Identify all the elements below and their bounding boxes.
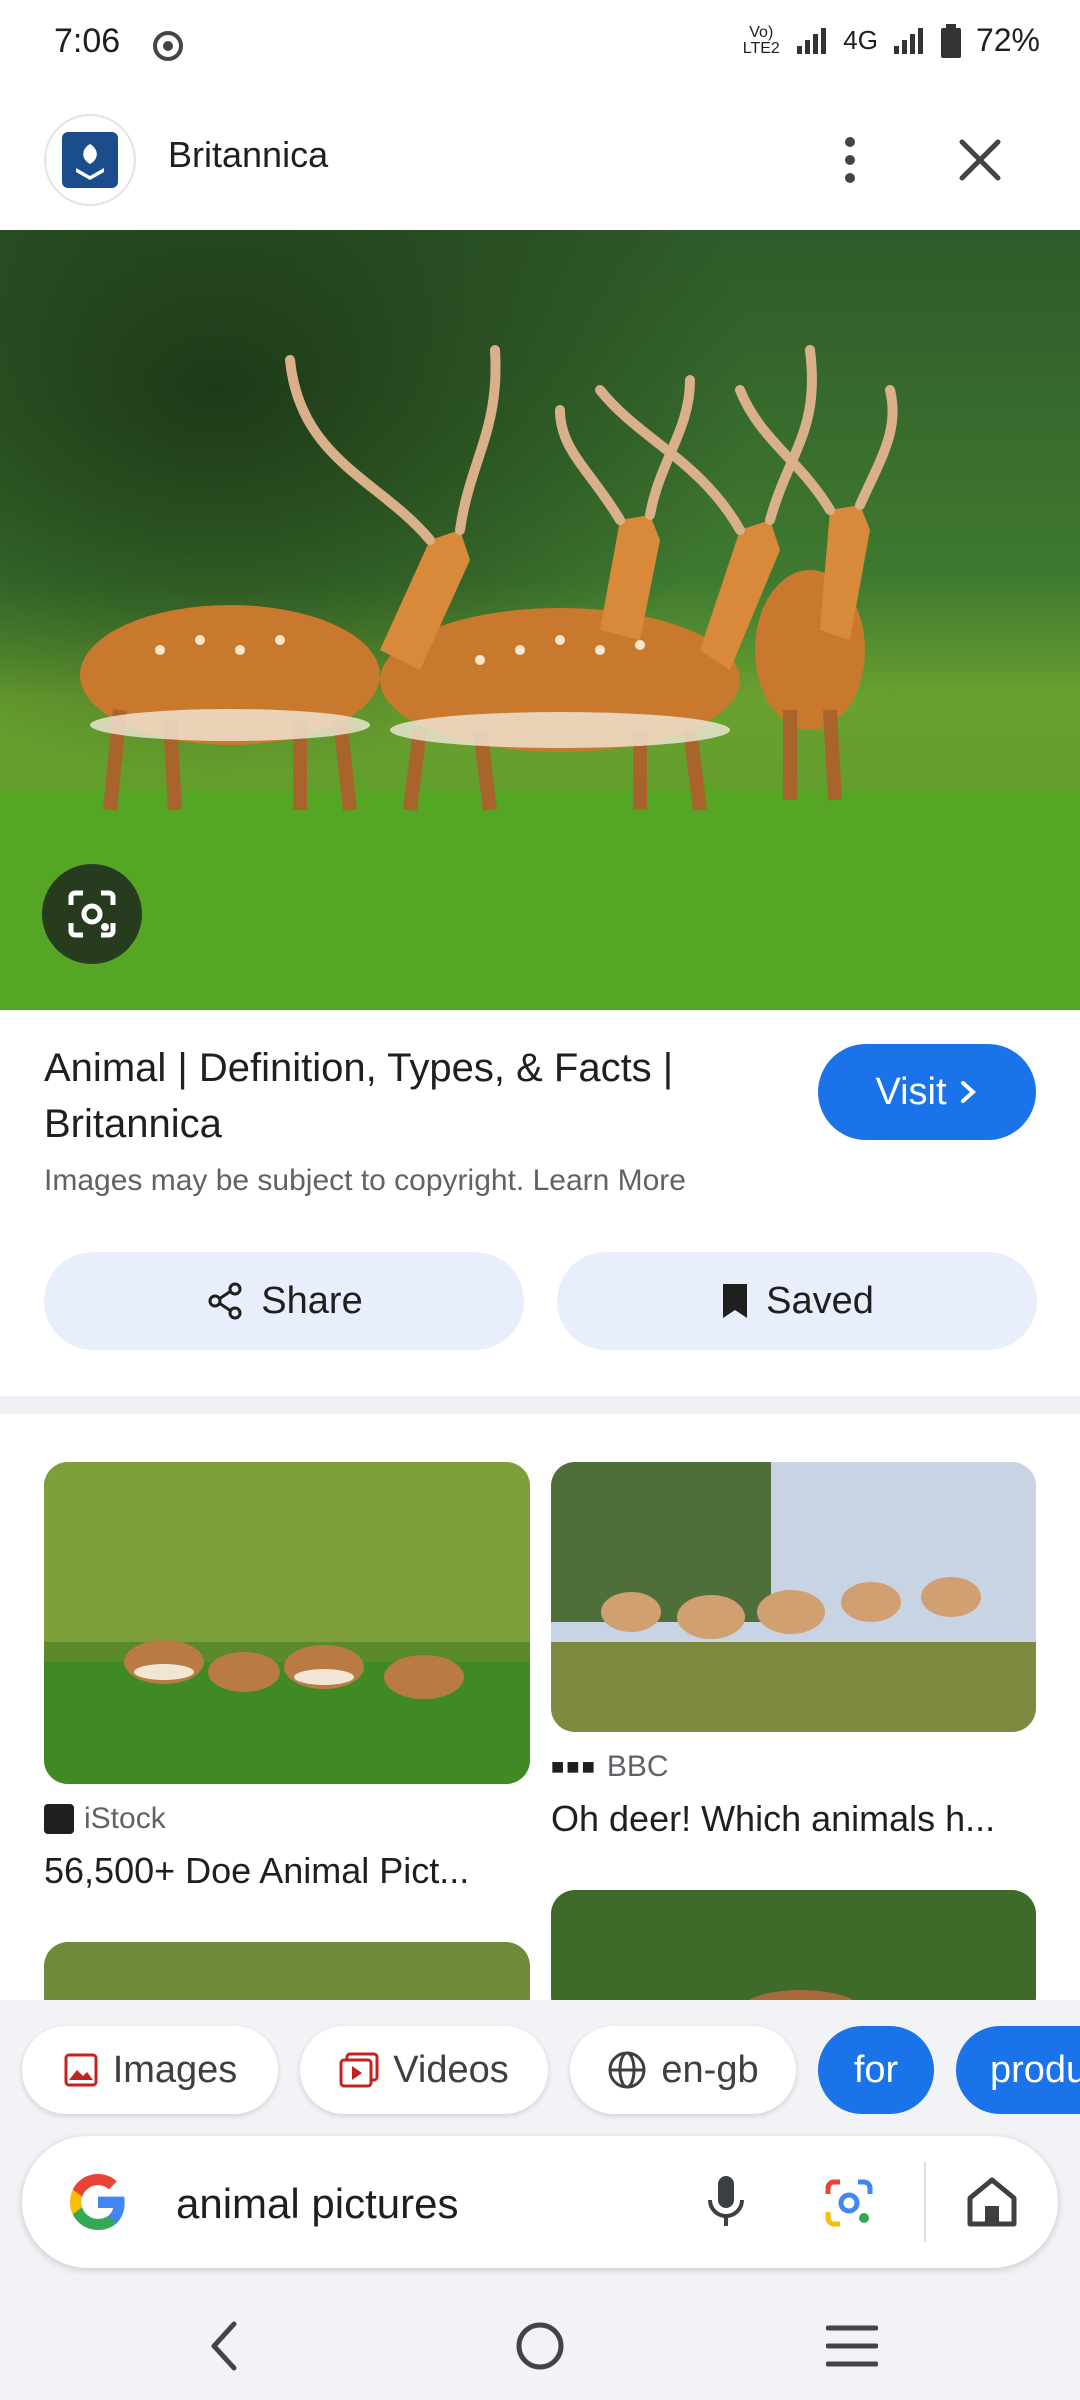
deer-photo (0, 230, 1080, 1010)
back-icon[interactable] (204, 2316, 244, 2376)
home-icon[interactable] (964, 2174, 1020, 2230)
globe-icon (608, 2051, 646, 2089)
close-icon[interactable] (950, 130, 1010, 190)
chip-images-label: Images (112, 2048, 238, 2091)
more-options-icon[interactable] (820, 128, 880, 192)
search-query[interactable]: animal pictures (176, 2180, 458, 2228)
chip-for-label: for (853, 2048, 899, 2091)
related-source-2: ■■■ BBC (551, 1750, 669, 1784)
recents-icon[interactable] (826, 2322, 878, 2370)
bbc-icon: ■■■ (551, 1754, 597, 1779)
deer-thumbnail (44, 1462, 530, 1784)
related-title-1[interactable]: 56,500+ Doe Animal Pict... (44, 1850, 469, 1892)
related-thumb-2[interactable] (551, 1462, 1036, 1732)
related-source-1: iStock (44, 1802, 166, 1836)
chip-videos[interactable]: Videos (300, 2026, 548, 2114)
share-button[interactable]: Share (44, 1252, 524, 1350)
chip-for[interactable]: for (818, 2026, 934, 2114)
site-name: Britannica (168, 134, 329, 175)
hero-image[interactable] (0, 230, 1080, 1010)
chevron-right-icon (960, 1081, 976, 1103)
section-divider (0, 1396, 1080, 1414)
saved-label: Saved (766, 1279, 874, 1322)
deer-thumbnail (551, 1462, 1036, 1732)
related-source-label-1: iStock (84, 1802, 166, 1835)
chip-images[interactable]: Images (22, 2026, 278, 2114)
chip-videos-label: Videos (393, 2048, 509, 2091)
saved-button[interactable]: Saved (557, 1252, 1037, 1350)
visit-label: Visit (875, 1070, 947, 1113)
result-title[interactable]: Animal | Definition, Types, & Facts | Br… (44, 1040, 764, 1152)
google-logo-icon (70, 2174, 125, 2230)
volte-icon: Vo) LTE2 (742, 23, 780, 57)
site-logo[interactable] (44, 114, 136, 206)
related-title-2[interactable]: Oh deer! Which animals h... (551, 1798, 995, 1840)
search-bar[interactable]: animal pictures (22, 2136, 1058, 2268)
chip-language-label: en-gb (661, 2048, 759, 2091)
bookmark-icon (723, 1284, 748, 1318)
video-icon (339, 2052, 379, 2088)
image-icon (64, 2053, 98, 2087)
share-label: Share (261, 1279, 363, 1322)
viewer-header: Britannica (0, 90, 1080, 230)
lens-search-button[interactable] (42, 864, 142, 964)
battery-level: 72% (975, 22, 1040, 58)
microphone-icon[interactable] (706, 2172, 746, 2232)
status-right: Vo) LTE2 4G 72% (741, 22, 1040, 59)
related-source-label-2: BBC (606, 1750, 669, 1783)
search-divider (924, 2162, 926, 2242)
status-time: 7:06 (54, 22, 121, 60)
battery-icon (940, 23, 961, 58)
status-bar: 7:06 Vo) LTE2 4G 72% (0, 0, 1080, 90)
visit-button[interactable]: Visit (818, 1044, 1036, 1140)
lens-icon (68, 890, 116, 938)
related-thumb-1[interactable] (44, 1462, 530, 1784)
copyright-notice[interactable]: Images may be subject to copyright. Lear… (44, 1164, 686, 1198)
chip-language[interactable]: en-gb (570, 2026, 796, 2114)
chip-produ-label: produ (990, 2048, 1080, 2091)
lens-color-icon[interactable] (822, 2176, 876, 2230)
network-type: 4G (843, 25, 878, 55)
chrome-icon (153, 31, 183, 61)
chip-produ[interactable]: produ (956, 2026, 1080, 2114)
system-nav-bar (0, 2290, 1080, 2400)
britannica-logo-icon (62, 132, 118, 188)
home-nav-icon[interactable] (514, 2320, 566, 2372)
istock-icon (44, 1804, 74, 1834)
signal-icon (797, 27, 827, 54)
signal-icon-2 (893, 27, 923, 54)
share-icon (208, 1282, 242, 1320)
